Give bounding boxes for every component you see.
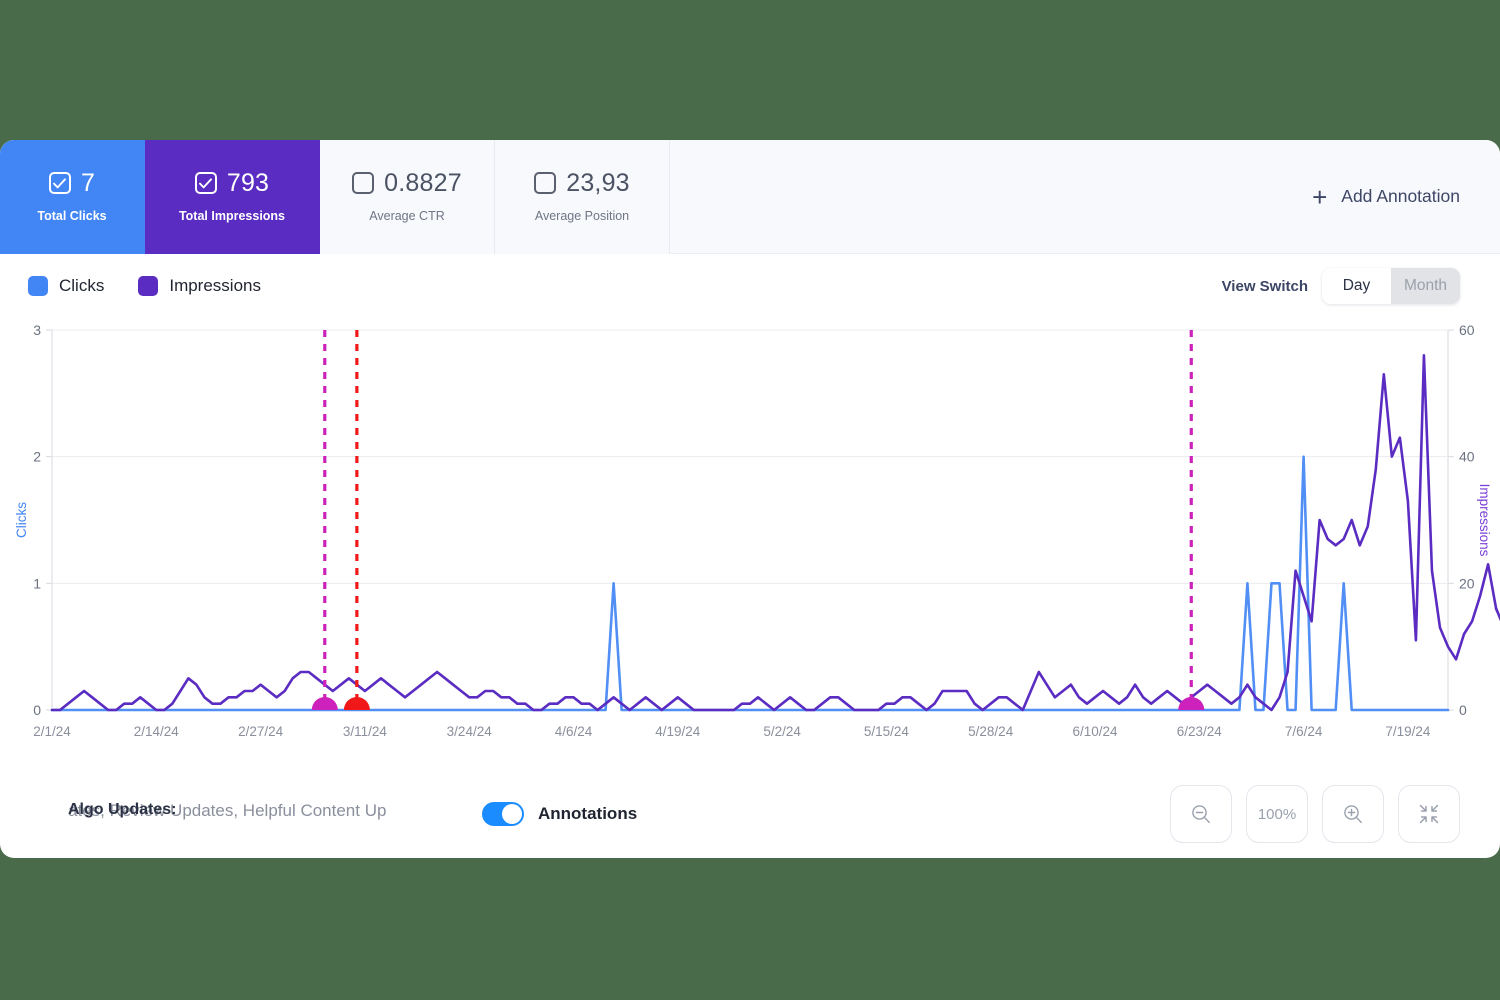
legend-row: Clicks Impressions View Switch Day Month bbox=[0, 254, 1500, 318]
svg-text:5/2/24: 5/2/24 bbox=[763, 724, 801, 739]
metric-label: Average CTR bbox=[369, 209, 445, 223]
metrics-row: 7 Total Clicks 793 Total Impressions 0.8… bbox=[0, 140, 1500, 254]
metric-card-total-clicks[interactable]: 7 Total Clicks bbox=[0, 140, 145, 254]
svg-text:40: 40 bbox=[1459, 449, 1475, 465]
fit-screen-icon bbox=[1419, 804, 1439, 824]
view-switch-month[interactable]: Month bbox=[1391, 268, 1460, 304]
metric-label: Total Clicks bbox=[37, 209, 107, 223]
svg-text:Clicks: Clicks bbox=[14, 502, 29, 538]
annotations-toggle[interactable] bbox=[482, 802, 524, 826]
search-analytics-panel: 7 Total Clicks 793 Total Impressions 0.8… bbox=[0, 140, 1500, 858]
zoom-in-icon bbox=[1344, 805, 1362, 824]
svg-text:4/6/24: 4/6/24 bbox=[555, 724, 593, 739]
svg-text:2/27/24: 2/27/24 bbox=[238, 724, 284, 739]
zoom-level-label: 100% bbox=[1257, 805, 1297, 823]
metric-value: 23,93 bbox=[566, 168, 630, 197]
legend-item-clicks[interactable]: Clicks bbox=[28, 276, 104, 296]
metric-top: 7 bbox=[48, 166, 96, 200]
svg-text:20: 20 bbox=[1459, 575, 1475, 591]
legend-swatch-impressions bbox=[138, 276, 159, 296]
svg-text:3/11/24: 3/11/24 bbox=[343, 724, 388, 739]
metric-card-total-impressions[interactable]: 793 Total Impressions bbox=[145, 140, 320, 254]
metric-value: 7 bbox=[80, 168, 96, 197]
checkbox-checked-icon[interactable] bbox=[194, 172, 217, 194]
svg-text:5/15/24: 5/15/24 bbox=[864, 724, 910, 739]
add-annotation-label: Add Annotation bbox=[1341, 186, 1460, 206]
view-switch-group: View Switch Day Month bbox=[1222, 268, 1460, 304]
svg-text:Impressions: Impressions bbox=[1477, 484, 1492, 557]
zoom-controls: 100% bbox=[1170, 785, 1460, 843]
svg-text:7/19/24: 7/19/24 bbox=[1385, 724, 1431, 739]
metric-value: 793 bbox=[226, 168, 270, 197]
annotations-toggle-label: Annotations bbox=[538, 804, 638, 823]
add-annotation-button[interactable]: + Add Annotation bbox=[1312, 184, 1460, 210]
svg-text:2/1/24: 2/1/24 bbox=[33, 724, 71, 739]
svg-text:3: 3 bbox=[33, 322, 41, 338]
zoom-out-button[interactable] bbox=[1170, 785, 1232, 843]
metric-label: Average Position bbox=[534, 209, 630, 223]
zoom-level-button[interactable]: 100% bbox=[1246, 785, 1308, 843]
zoom-in-button[interactable] bbox=[1322, 785, 1384, 843]
view-switch-label: View Switch bbox=[1221, 277, 1308, 295]
annotation-summary: ates, Review Updates, Helpful Content Up… bbox=[68, 801, 468, 827]
chart-svg: 0 1 2 3 0 20 40 60 Clicks Impressions 2/1/24 2/14/2… bbox=[14, 322, 1500, 739]
legend-item-impressions[interactable]: Impressions bbox=[138, 276, 261, 296]
checkbox-unchecked-icon[interactable] bbox=[534, 172, 557, 194]
svg-text:0: 0 bbox=[33, 702, 41, 718]
svg-text:6/10/24: 6/10/24 bbox=[1072, 724, 1118, 739]
fit-screen-button[interactable] bbox=[1398, 785, 1460, 843]
svg-text:2/14/24: 2/14/24 bbox=[134, 724, 180, 739]
legend-label: Clicks bbox=[59, 276, 105, 295]
metric-card-average-ctr[interactable]: 0.8827 Average CTR bbox=[320, 140, 495, 254]
zoom-out-icon bbox=[1192, 805, 1210, 824]
metric-top: 0.8827 bbox=[352, 166, 462, 200]
metric-top: 793 bbox=[194, 166, 270, 200]
legend-label: Impressions bbox=[169, 276, 261, 295]
svg-text:4/19/24: 4/19/24 bbox=[655, 724, 701, 739]
svg-text:2: 2 bbox=[33, 449, 41, 465]
toggle-knob bbox=[502, 804, 522, 824]
view-switch-day[interactable]: Day bbox=[1322, 268, 1391, 304]
svg-text:1: 1 bbox=[33, 575, 41, 591]
plus-icon: + bbox=[1312, 181, 1328, 212]
metric-value: 0.8827 bbox=[384, 168, 462, 197]
svg-text:60: 60 bbox=[1459, 322, 1475, 338]
svg-text:7/6/24: 7/6/24 bbox=[1285, 724, 1323, 739]
timeseries-chart[interactable]: 0 1 2 3 0 20 40 60 Clicks Impressions 2/1/24 2/14/2… bbox=[0, 318, 1500, 788]
annotation-title: Algo Updates: bbox=[68, 801, 177, 818]
metric-card-average-position[interactable]: 23,93 Average Position bbox=[495, 140, 670, 254]
legend-swatch-clicks bbox=[28, 276, 48, 296]
checkbox-unchecked-icon[interactable] bbox=[352, 172, 375, 194]
svg-text:0: 0 bbox=[1459, 702, 1467, 718]
chart-bottom-bar: ates, Review Updates, Helpful Content Up… bbox=[0, 770, 1500, 858]
svg-text:5/28/24: 5/28/24 bbox=[968, 724, 1014, 739]
metric-label: Total Impressions bbox=[178, 209, 286, 223]
checkbox-checked-icon[interactable] bbox=[48, 172, 71, 194]
metric-top: 23,93 bbox=[534, 166, 630, 200]
svg-text:6/23/24: 6/23/24 bbox=[1177, 724, 1223, 739]
view-switch: Day Month bbox=[1322, 268, 1460, 304]
annotations-toggle-group: Annotations bbox=[482, 802, 637, 826]
svg-text:3/24/24: 3/24/24 bbox=[447, 724, 493, 739]
